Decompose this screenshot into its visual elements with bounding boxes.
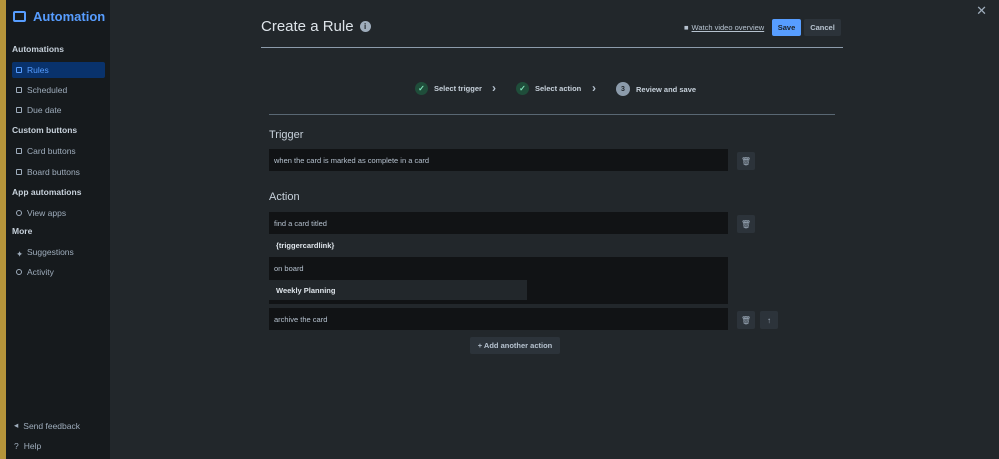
trash-icon: 🗑	[740, 156, 752, 166]
automation-brand: Automation	[13, 9, 105, 24]
action-heading: Action	[269, 191, 300, 203]
video-camera-icon: ■	[684, 23, 689, 32]
sparkle-icon: ✦	[16, 249, 24, 259]
action-archive[interactable]: archive the card	[269, 308, 728, 330]
sidebar-item-activity[interactable]: Activity	[12, 264, 105, 280]
section-automations: Automations	[12, 44, 64, 54]
brand-title: Automation	[33, 9, 106, 24]
title-text: Create a Rule	[261, 18, 354, 35]
arrow-up-icon: ↑	[767, 315, 771, 325]
label: Watch video overview	[691, 23, 765, 32]
label: Review and save	[636, 84, 697, 94]
refresh-icon	[16, 269, 22, 275]
calendar-icon	[16, 107, 22, 113]
step-select-action: ✓ Select action	[516, 82, 581, 95]
main-panel: Create a Rule i ■ Watch video overview Sav…	[110, 0, 999, 459]
close-icon[interactable]: ✕	[976, 3, 987, 19]
label: Scheduled	[27, 85, 68, 95]
cancel-button[interactable]: Cancel	[804, 19, 841, 36]
sidebar-item-scheduled[interactable]: Scheduled	[12, 82, 105, 98]
megaphone-icon: ◂	[14, 420, 19, 430]
check-icon: ✓	[516, 82, 529, 95]
rules-icon	[16, 67, 22, 73]
calendar-icon	[16, 87, 22, 93]
page-title: Create a Rule i	[261, 18, 371, 35]
trigger-heading: Trigger	[269, 129, 304, 141]
watch-video-link[interactable]: ■ Watch video overview	[684, 23, 764, 32]
label: Board buttons	[27, 167, 80, 177]
send-feedback-link[interactable]: ◂ Send feedback	[12, 420, 80, 431]
label: Help	[23, 441, 42, 451]
chevron-right-icon: ›	[592, 81, 596, 95]
label: Suggestions	[27, 247, 74, 257]
help-link[interactable]: ? Help	[12, 441, 41, 451]
sidebar: Automation Automations Rules Scheduled D…	[6, 0, 110, 459]
save-button[interactable]: Save	[772, 19, 801, 36]
sidebar-item-board-buttons[interactable]: Board buttons	[12, 164, 105, 180]
step-number: 3	[616, 82, 630, 96]
section-app-automations: App automations	[12, 187, 82, 197]
divider	[269, 114, 835, 115]
help-icon: ?	[14, 441, 19, 451]
check-icon: ✓	[415, 82, 428, 95]
label: find a card titled	[274, 218, 327, 228]
card-title-input[interactable]: {triggercardlink}	[269, 234, 728, 256]
add-another-action-button[interactable]: + Add another action	[470, 337, 560, 354]
section-more: More	[12, 226, 33, 236]
divider	[261, 47, 843, 48]
delete-action-button[interactable]: 🗑	[737, 215, 755, 233]
label: Send feedback	[23, 420, 80, 431]
label: Rules	[27, 65, 49, 75]
label: Add another action	[483, 341, 553, 350]
label: View apps	[27, 208, 67, 218]
label: archive the card	[274, 314, 328, 324]
step-select-trigger: ✓ Select trigger	[415, 82, 482, 95]
delete-action-button[interactable]: 🗑	[737, 311, 755, 329]
card-icon	[16, 148, 22, 154]
move-up-button[interactable]: ↑	[760, 311, 778, 329]
trigger-field[interactable]: when the card is marked as complete in a…	[269, 149, 728, 171]
delete-trigger-button[interactable]: 🗑	[737, 152, 755, 170]
trash-icon: 🗑	[740, 315, 752, 325]
sidebar-item-due-date[interactable]: Due date	[12, 102, 105, 118]
trigger-text: when the card is marked as complete in a…	[274, 155, 430, 165]
board-select[interactable]: Weekly Planning	[269, 280, 527, 300]
label: on board	[274, 264, 304, 273]
sidebar-item-card-buttons[interactable]: Card buttons	[12, 143, 105, 159]
sidebar-item-rules[interactable]: Rules	[12, 62, 105, 78]
gear-icon	[16, 210, 22, 216]
trash-icon: 🗑	[740, 219, 752, 229]
info-icon[interactable]: i	[359, 21, 371, 32]
label: Activity	[27, 267, 54, 277]
sidebar-item-suggestions[interactable]: ✦ Suggestions	[12, 244, 105, 260]
label: Select trigger	[434, 84, 482, 93]
board-icon	[16, 169, 22, 175]
action-find-card: find a card titled	[269, 212, 728, 234]
chevron-right-icon: ›	[492, 81, 496, 95]
step-review-save: 3 Review and save	[616, 82, 696, 96]
robot-icon	[13, 11, 26, 22]
section-custom-buttons: Custom buttons	[12, 125, 78, 135]
label: Card buttons	[27, 146, 76, 156]
label: Select action	[535, 84, 582, 93]
sidebar-item-view-apps[interactable]: View apps	[12, 205, 105, 221]
label: Due date	[27, 105, 62, 115]
